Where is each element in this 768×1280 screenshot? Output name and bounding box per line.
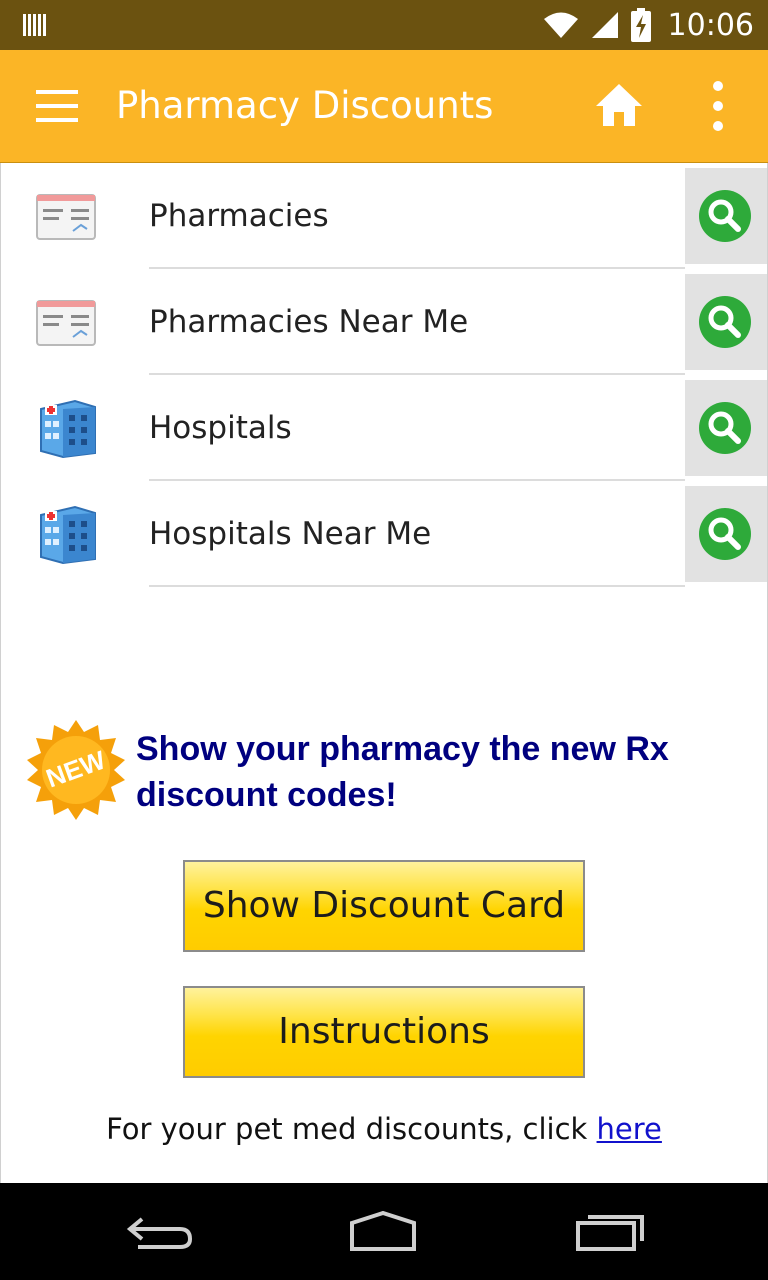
search-button[interactable] <box>685 486 767 582</box>
navigation-bar <box>0 1183 768 1280</box>
overflow-menu-icon[interactable] <box>704 78 732 134</box>
list-item-pharmacies[interactable]: Pharmacies <box>1 163 767 269</box>
new-badge-icon: NEW <box>27 720 125 820</box>
search-icon <box>708 305 741 338</box>
back-icon[interactable] <box>124 1211 194 1251</box>
battery-charging-icon <box>630 8 651 42</box>
show-discount-card-button[interactable]: Show Discount Card <box>183 860 585 952</box>
card-icon <box>36 300 96 346</box>
search-icon <box>708 411 741 444</box>
list-item-hospitals-near-me[interactable]: Hospitals Near Me <box>1 481 767 587</box>
search-icon <box>708 517 741 550</box>
signal-icon <box>591 12 618 38</box>
row-label: Pharmacies <box>149 198 329 234</box>
pet-discount-link[interactable]: here <box>597 1112 662 1146</box>
row-label: Hospitals Near Me <box>149 516 432 552</box>
promo-banner: NEW Show your pharmacy the new Rx discou… <box>24 718 744 828</box>
app-title: Pharmacy Discounts <box>116 84 494 127</box>
row-label: Pharmacies Near Me <box>149 304 469 340</box>
pet-discount-text: For your pet med discounts, click <box>106 1112 597 1146</box>
home-icon[interactable] <box>594 80 644 130</box>
hospital-icon <box>40 399 96 459</box>
search-button[interactable] <box>685 274 767 370</box>
promo-text: Show your pharmacy the new Rx discount c… <box>136 730 669 814</box>
hospital-icon <box>40 505 96 565</box>
barcode-icon <box>23 14 46 36</box>
instructions-button[interactable]: Instructions <box>183 986 585 1078</box>
card-icon <box>36 194 96 240</box>
status-time: 10:06 <box>667 7 754 43</box>
menu-icon[interactable] <box>36 86 78 126</box>
home-nav-icon[interactable] <box>348 1211 418 1251</box>
pet-discount-line: For your pet med discounts, click here <box>0 1112 768 1146</box>
row-label: Hospitals <box>149 410 292 446</box>
search-button[interactable] <box>685 168 767 264</box>
row-divider <box>149 585 685 587</box>
status-bar: 10:06 <box>0 0 768 50</box>
list-item-hospitals[interactable]: Hospitals <box>1 375 767 481</box>
recents-icon[interactable] <box>576 1211 646 1251</box>
search-button[interactable] <box>685 380 767 476</box>
wifi-icon <box>543 12 578 38</box>
app-bar: Pharmacy Discounts <box>0 50 768 163</box>
search-icon <box>708 199 741 232</box>
list-item-pharmacies-near-me[interactable]: Pharmacies Near Me <box>1 269 767 375</box>
